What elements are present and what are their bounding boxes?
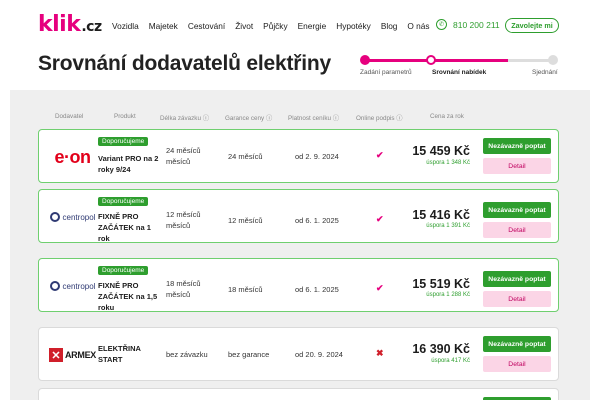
price-per-year: 16 390 Kč [412, 342, 470, 356]
centropol-logo: centropol [49, 212, 96, 222]
validity-value: od 6. 1. 2025 [295, 285, 339, 294]
nav-item-hypoteky[interactable]: Hypotéky [336, 21, 371, 31]
col-header-validity: Platnost ceníku ⓘ [288, 115, 340, 122]
call-me-button[interactable]: Zavolejte mi [505, 18, 559, 33]
armex-logo-text: ARMEX [64, 350, 96, 360]
offer-card: ✕ ARMEX ELEKTŘINA START bez závazku bez g… [38, 327, 559, 381]
logo-text: klik [38, 12, 81, 37]
main-nav: Vozidla Majetek Cestování Život Půjčky E… [112, 21, 440, 31]
guarantee-value: 18 měsíců [228, 285, 263, 294]
page-title: Srovnání dodavatelů elektřiny [38, 52, 331, 75]
check-icon: ✔ [376, 214, 384, 224]
col-header-price: Cena za rok [430, 113, 464, 120]
validity-value: od 20. 9. 2024 [295, 350, 343, 359]
detail-button[interactable]: Detail [483, 356, 551, 372]
check-icon: ✔ [376, 283, 384, 293]
offer-card: centropol Doporučujeme FIXNĚ PRO ZAČÁTEK… [38, 189, 559, 243]
detail-button[interactable]: Detail [483, 222, 551, 238]
supplier-logo: centropol [45, 271, 100, 301]
phone-link[interactable]: ✆ 810 200 211 [436, 19, 500, 30]
commitment-value: 24 měsíců měsíců [166, 146, 201, 166]
price-per-year: 15 416 Kč [412, 208, 470, 222]
commitment-value: 12 měsíců měsíců [166, 210, 201, 230]
validity-value: od 2. 9. 2024 [295, 152, 339, 161]
klik-logo[interactable]: klik.cz [38, 12, 102, 37]
offer-card-partial [38, 388, 559, 400]
logo-tld: .cz [81, 19, 102, 35]
price-per-year: 15 459 Kč [412, 144, 470, 158]
product-name: ELEKTŘINA START [98, 344, 141, 364]
product-name: FIXNĚ PRO ZAČÁTEK na 1 rok [98, 212, 151, 243]
guarantee-value: 12 měsíců [228, 216, 263, 225]
product-name: Variant PRO na 2 roky 9/24 [98, 154, 159, 174]
request-offer-button[interactable]: Nezávazně poptat [483, 202, 551, 218]
check-icon: ✔ [376, 150, 384, 160]
site-header: klik.cz Vozidla Majetek Cestování Život … [0, 0, 600, 50]
centropol-ring-icon [49, 212, 60, 222]
supplier-logo: centropol [45, 202, 100, 232]
centropol-logo-text: centropol [62, 281, 96, 291]
saving-text: úspora 417 Kč [431, 358, 470, 364]
step-dot-2 [426, 55, 436, 65]
nav-item-vozidla[interactable]: Vozidla [112, 21, 139, 31]
recommended-badge: Doporučujeme [98, 197, 149, 206]
request-offer-button[interactable]: Nezávazně poptat [483, 336, 551, 352]
step-dot-3 [548, 55, 558, 65]
armex-x-icon: ✕ [48, 348, 63, 362]
detail-button[interactable]: Detail [483, 291, 551, 307]
offer-card: centropol Doporučujeme FIXNĚ PRO ZAČÁTEK… [38, 258, 559, 312]
offer-card: e·on Doporučujeme Variant PRO na 2 roky … [38, 129, 559, 183]
detail-button[interactable]: Detail [483, 158, 551, 174]
stepper-remaining-line [508, 59, 553, 62]
phone-icon: ✆ [436, 19, 447, 30]
nav-item-zivot[interactable]: Život [235, 21, 253, 31]
centropol-ring-icon [49, 281, 60, 291]
centropol-logo-text: centropol [62, 212, 96, 222]
guarantee-value: 24 měsíců [228, 152, 263, 161]
saving-text: úspora 1 348 Kč [426, 160, 470, 166]
recommended-badge: Doporučujeme [98, 266, 149, 275]
supplier-logo: e·on [45, 142, 100, 172]
nav-item-cestovani[interactable]: Cestování [188, 21, 225, 31]
step-dot-1 [360, 55, 370, 65]
col-header-supplier: Dodavatel [55, 113, 84, 120]
guarantee-value: bez garance [228, 350, 270, 359]
nav-item-blog[interactable]: Blog [381, 21, 398, 31]
validity-value: od 6. 1. 2025 [295, 216, 339, 225]
step-label-3: Sjednání [532, 69, 558, 76]
request-offer-button[interactable]: Nezávazně poptat [483, 138, 551, 154]
stepper-progress-line [365, 59, 508, 62]
saving-text: úspora 1 288 Kč [426, 292, 470, 298]
col-header-guarantee: Garance ceny ⓘ [225, 115, 273, 122]
request-offer-button[interactable]: Nezávazně poptat [483, 271, 551, 287]
col-header-online-sign: Online podpis ⓘ [356, 115, 403, 122]
commitment-value: 18 měsíců měsíců [166, 279, 201, 299]
col-header-commitment: Délka závazku ⓘ [160, 115, 209, 122]
product-name: FIXNĚ PRO ZAČÁTEK na 1,5 roku [98, 281, 158, 312]
eon-logo-text: e·on [54, 146, 92, 167]
nav-item-o-nas[interactable]: O nás [407, 21, 429, 31]
armex-logo: ✕ ARMEX [48, 348, 96, 362]
phone-number: 810 200 211 [453, 19, 500, 30]
supplier-logo: ✕ ARMEX [45, 340, 100, 370]
recommended-badge: Doporučujeme [98, 137, 149, 146]
nav-item-pujcky[interactable]: Půjčky [263, 21, 287, 31]
saving-text: úspora 1 391 Kč [426, 223, 470, 229]
col-header-product: Produkt [114, 113, 136, 120]
nav-item-majetek[interactable]: Majetek [149, 21, 178, 31]
commitment-value: bez závazku [166, 350, 208, 359]
centropol-logo: centropol [49, 281, 96, 291]
cross-icon: ✖ [376, 348, 384, 358]
step-label-2: Srovnání nabídek [432, 69, 487, 76]
price-per-year: 15 519 Kč [412, 277, 470, 291]
nav-item-energie[interactable]: Energie [298, 21, 327, 31]
step-label-1: Zadání parametrů [360, 69, 412, 76]
progress-stepper: Zadání parametrů Srovnání nabídek Sjedná… [360, 54, 560, 82]
